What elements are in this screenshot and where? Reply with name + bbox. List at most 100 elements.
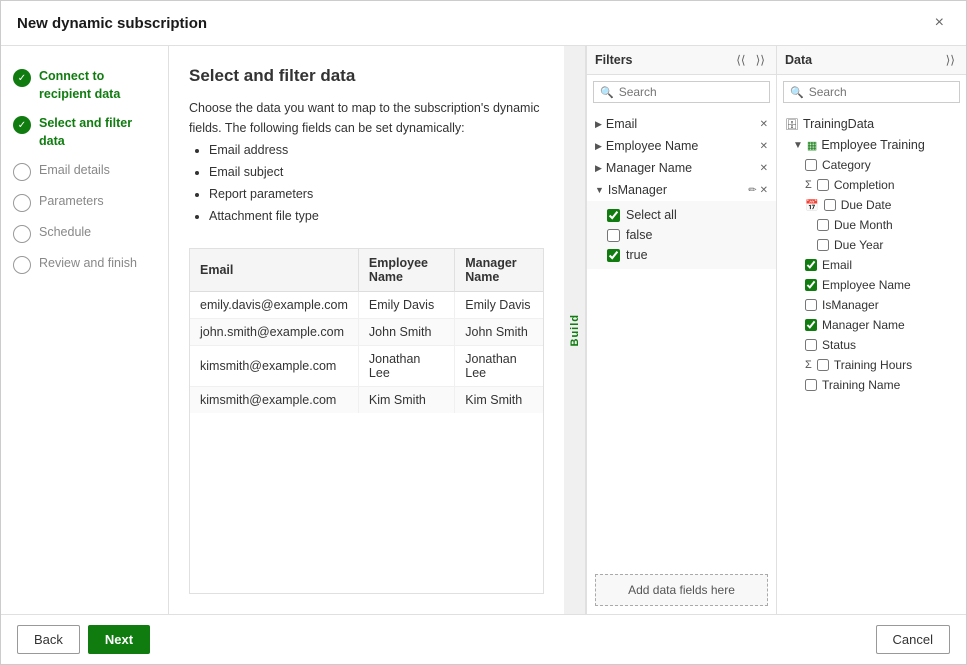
data-search-icon: 🔍 [790, 86, 804, 99]
tree-item-trainingname[interactable]: Training Name [777, 375, 966, 395]
data-search-box: 🔍 [783, 81, 960, 103]
tree-item-employeename-label: Employee Name [822, 278, 911, 292]
table-row[interactable]: emily.davis@example.comEmily DavisEmily … [190, 292, 543, 319]
tree-item-duemonth[interactable]: Due Month [777, 215, 966, 235]
description-list: Email address Email subject Report param… [209, 140, 544, 226]
dialog-footer: Back Next Cancel [1, 614, 966, 664]
add-fields-button[interactable]: Add data fields here [595, 574, 768, 606]
filter-ismanager-true[interactable]: true [607, 245, 768, 265]
filter-ismanager-selectall-checkbox[interactable] [607, 209, 620, 222]
table-row[interactable]: kimsmith@example.comKim SmithKim Smith [190, 387, 543, 414]
tree-item-ismanager-check[interactable] [805, 299, 817, 311]
cancel-button[interactable]: Cancel [876, 625, 950, 654]
sidebar-step-select[interactable]: ✓ Select and filter data [1, 109, 168, 156]
tree-item-trainingname-check[interactable] [805, 379, 817, 391]
filter-employee-remove[interactable]: ✕ [760, 141, 768, 152]
filters-panel-icons: ⟨⟨ ⟩⟩ [733, 52, 768, 68]
dialog: New dynamic subscription × ✓Connect to r… [0, 0, 967, 665]
table-cell-2-2: Jonathan Lee [455, 346, 543, 387]
tree-item-dueyear[interactable]: Due Year [777, 235, 966, 255]
table-row[interactable]: kimsmith@example.comJonathan LeeJonathan… [190, 346, 543, 387]
filter-ismanager-chevron: ▼ [595, 185, 604, 195]
desc-item-3: Report parameters [209, 184, 544, 204]
table-cell-3-2: Kim Smith [455, 387, 543, 414]
table-cell-1-2: John Smith [455, 319, 543, 346]
tree-item-duemonth-check[interactable] [817, 219, 829, 231]
filter-ismanager-false[interactable]: false [607, 225, 768, 245]
filters-panel: Filters ⟨⟨ ⟩⟩ 🔍 [586, 46, 776, 614]
step-indicator-review [13, 256, 31, 274]
table-row[interactable]: john.smith@example.comJohn SmithJohn Smi… [190, 319, 543, 346]
data-section: Select and filter data Choose the data y… [169, 46, 564, 614]
filter-email[interactable]: ▶ Email ✕ [587, 113, 776, 135]
tree-item-dueyear-check[interactable] [817, 239, 829, 251]
filters-search-input[interactable] [619, 85, 774, 99]
table-cell-0-1: Emily Davis [358, 292, 454, 319]
filters-panel-header: Filters ⟨⟨ ⟩⟩ [587, 46, 776, 75]
tree-item-completion[interactable]: Σ Completion [777, 175, 966, 195]
tree-item-traininghours-check[interactable] [817, 359, 829, 371]
tree-item-category-check[interactable] [805, 159, 817, 171]
step-indicator-select: ✓ [13, 116, 31, 134]
tree-group: ▼ ▦ Employee Training [777, 135, 966, 155]
data-panel-header: Data ⟩⟩ [777, 46, 966, 75]
tree-item-duedate-label: Due Date [841, 198, 892, 212]
filter-ismanager-true-checkbox[interactable] [607, 249, 620, 262]
filter-ismanager-selectall-label: Select all [626, 208, 677, 222]
filter-manager-remove[interactable]: ✕ [760, 163, 768, 174]
close-button[interactable]: × [929, 13, 950, 33]
filter-ismanager-false-checkbox[interactable] [607, 229, 620, 242]
tree-item-traininghours[interactable]: Σ Training Hours [777, 355, 966, 375]
data-panel-icons: ⟩⟩ [943, 52, 958, 68]
filter-ismanager[interactable]: ▼ IsManager ✏ ✕ [587, 179, 776, 201]
filter-ismanager-label: IsManager [608, 183, 667, 197]
tree-item-status[interactable]: Status [777, 335, 966, 355]
sidebar-step-review: Review and finish [1, 249, 168, 280]
data-panel-expand-icon[interactable]: ⟩⟩ [943, 52, 958, 68]
tree-item-managername-check[interactable] [805, 319, 817, 331]
filter-email-chevron: ▶ [595, 119, 602, 130]
tree-item-duedate[interactable]: 📅 Due Date [777, 195, 966, 215]
table-cell-1-0: john.smith@example.com [190, 319, 358, 346]
tree-item-duedate-check[interactable] [824, 199, 836, 211]
build-tab-label: Build [569, 314, 581, 347]
tree-item-dueyear-label: Due Year [834, 238, 883, 252]
sidebar-step-email: Email details [1, 156, 168, 187]
col-employee: Employee Name [358, 249, 454, 292]
data-panel-title: Data [785, 53, 812, 67]
tree-item-managername[interactable]: Manager Name [777, 315, 966, 335]
tree-item-email-check[interactable] [805, 259, 817, 271]
tree-item-email[interactable]: Email [777, 255, 966, 275]
table-icon: ▦ [807, 139, 817, 152]
back-button[interactable]: Back [17, 625, 80, 654]
step-label-select: Select and filter data [39, 115, 156, 150]
tree-item-employeename-check[interactable] [805, 279, 817, 291]
filter-ismanager-options: Select all false true [587, 201, 776, 269]
filter-email-remove[interactable]: ✕ [760, 119, 768, 130]
filters-expand-icon[interactable]: ⟩⟩ [753, 52, 768, 68]
filter-ismanager-edit[interactable]: ✏ [748, 185, 756, 196]
tree-item-ismanager[interactable]: IsManager [777, 295, 966, 315]
dialog-title: New dynamic subscription [17, 15, 207, 32]
filter-employee[interactable]: ▶ Employee Name ✕ [587, 135, 776, 157]
filter-ismanager-selectall[interactable]: Select all [607, 205, 768, 225]
tree-item-category[interactable]: Category [777, 155, 966, 175]
sigma-icon-completion: Σ [805, 179, 812, 191]
tree-item-completion-check[interactable] [817, 179, 829, 191]
filter-manager[interactable]: ▶ Manager Name ✕ [587, 157, 776, 179]
sidebar-step-connect[interactable]: ✓Connect to recipient data [1, 62, 168, 109]
filters-collapse-icon[interactable]: ⟨⟨ [733, 52, 748, 68]
table-cell-3-0: kimsmith@example.com [190, 387, 358, 414]
tree-item-employeename[interactable]: Employee Name [777, 275, 966, 295]
tree-item-status-check[interactable] [805, 339, 817, 351]
tree-item-trainingname-label: Training Name [822, 378, 900, 392]
build-tab[interactable]: Build [564, 46, 586, 614]
tree-item-completion-label: Completion [834, 178, 895, 192]
next-button[interactable]: Next [88, 625, 150, 654]
step-indicator-email [13, 163, 31, 181]
filter-ismanager-remove[interactable]: ✕ [760, 185, 768, 196]
data-search-input[interactable] [809, 85, 964, 99]
table-cell-2-1: Jonathan Lee [358, 346, 454, 387]
step-label-schedule: Schedule [39, 224, 91, 242]
tree-item-duemonth-label: Due Month [834, 218, 893, 232]
